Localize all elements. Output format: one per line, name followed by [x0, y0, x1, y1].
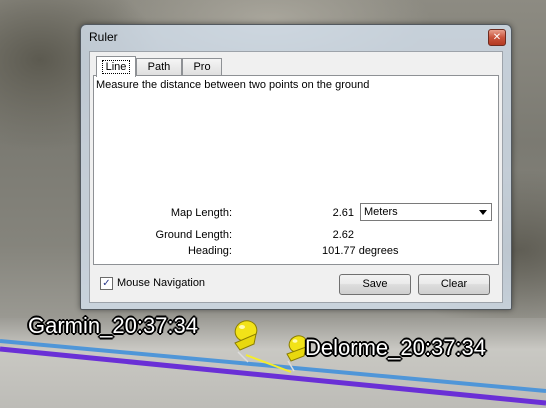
tab-pro[interactable]: Pro: [182, 58, 222, 76]
title-bar[interactable]: Ruler ✕: [81, 25, 511, 49]
map-length-label: Map Length:: [170, 207, 232, 219]
tab-label: Pro: [193, 61, 211, 73]
ground-length-value: 2.62: [332, 229, 354, 241]
clear-button[interactable]: Clear: [418, 274, 490, 295]
check-icon: ✓: [102, 278, 111, 289]
mouse-navigation-checkbox[interactable]: ✓: [100, 277, 113, 290]
units-dropdown[interactable]: Meters: [360, 203, 492, 221]
description-text: Measure the distance between two points …: [96, 79, 370, 91]
save-button[interactable]: Save: [339, 274, 411, 295]
close-icon: ✕: [492, 32, 502, 43]
heading-label: Heading:: [187, 245, 232, 257]
tab-panel-line: Measure the distance between two points …: [93, 75, 499, 265]
units-selected: Meters: [364, 206, 398, 218]
dialog-body: Line Path Pro Measure the distance betwe…: [89, 51, 503, 303]
window-title: Ruler: [89, 30, 118, 44]
placemark-label-delorme[interactable]: Delorme_20:37:34: [305, 335, 486, 361]
placemark-label-garmin[interactable]: Garmin_20:37:34: [28, 313, 198, 339]
map-length-value: 2.61: [332, 207, 354, 219]
tab-path[interactable]: Path: [136, 58, 182, 76]
tab-label: Line: [101, 60, 131, 74]
tab-line[interactable]: Line: [96, 56, 136, 77]
ground-length-label: Ground Length:: [155, 229, 232, 241]
heading-value: 101.77 degrees: [322, 245, 399, 257]
tab-label: Path: [147, 61, 171, 73]
chevron-down-icon: [479, 210, 487, 215]
ruler-dialog: Ruler ✕ Line Path Pro Measure the distan…: [80, 24, 512, 310]
close-button[interactable]: ✕: [488, 29, 506, 46]
mouse-navigation-label[interactable]: Mouse Navigation: [117, 277, 205, 289]
